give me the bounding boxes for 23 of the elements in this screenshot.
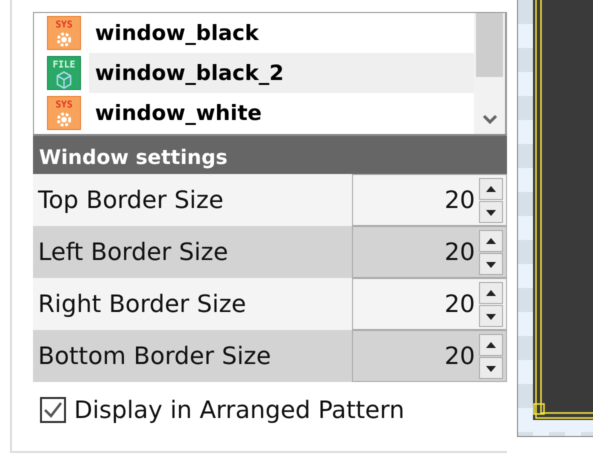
spin-up-button[interactable]: [479, 282, 503, 304]
property-label: Right Border Size: [37, 289, 248, 320]
checkbox[interactable]: [40, 397, 66, 423]
checkbox-label: Display in Arranged Pattern: [74, 396, 404, 424]
spin-down-button[interactable]: [479, 356, 503, 378]
chevron-down-icon[interactable]: [482, 114, 496, 124]
section-header: Window settings: [33, 134, 507, 174]
asset-item[interactable]: window_black_2: [89, 53, 474, 93]
spin-up-button[interactable]: [479, 230, 503, 252]
spin-up-button[interactable]: [479, 178, 503, 200]
asset-item[interactable]: window_white: [89, 93, 474, 133]
scrollbar[interactable]: [474, 13, 505, 134]
sys-gear-icon: SYS: [47, 16, 81, 50]
spin-down-button[interactable]: [479, 200, 503, 222]
spin-down-button[interactable]: [479, 304, 503, 326]
property-label: Bottom Border Size: [37, 341, 272, 372]
spin-down-button[interactable]: [479, 252, 503, 274]
sys-gear-icon: SYS: [47, 96, 81, 130]
property-label: Left Border Size: [37, 237, 230, 268]
asset-item[interactable]: window_black: [89, 13, 474, 53]
spin-up-button[interactable]: [479, 334, 503, 356]
property-label: Top Border Size: [37, 185, 224, 216]
file-cube-icon: FILE: [47, 56, 81, 90]
